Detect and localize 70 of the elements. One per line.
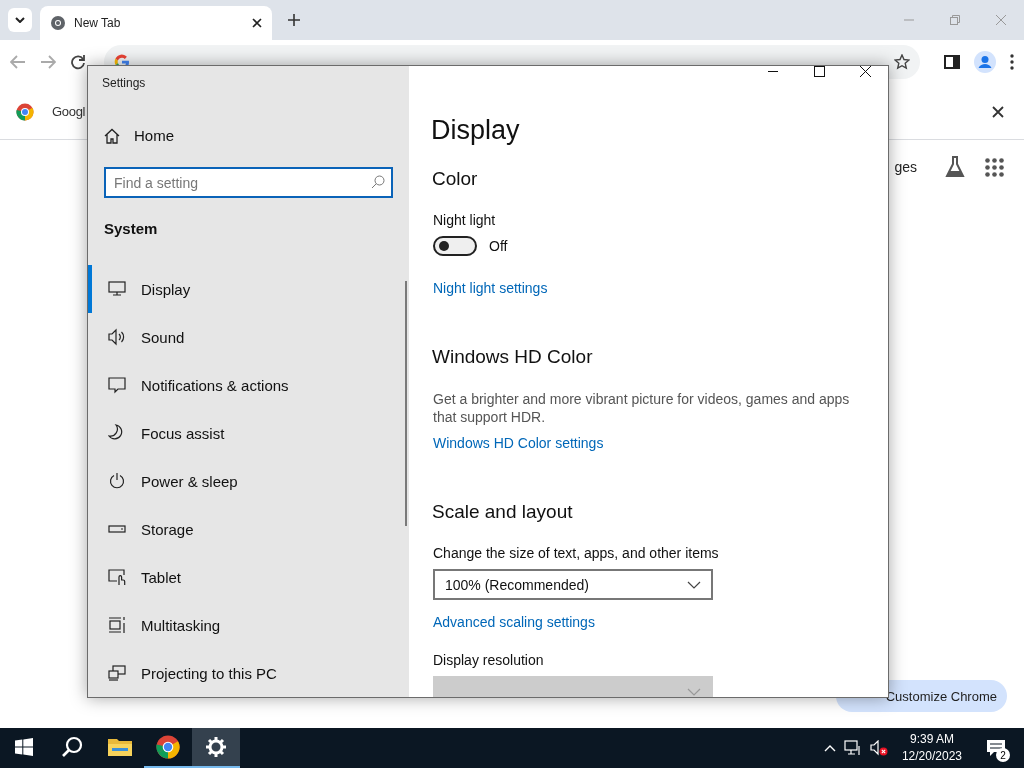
chrome-icon [50, 15, 66, 31]
folder-icon [108, 737, 132, 757]
nav-item[interactable]: Notifications & actions [88, 361, 409, 409]
star-icon[interactable] [894, 54, 910, 70]
flask-icon[interactable] [945, 156, 965, 178]
power-icon [108, 472, 126, 490]
muted-speaker-icon[interactable] [869, 740, 888, 756]
gear-icon [206, 737, 226, 757]
side-panel-icon[interactable] [944, 55, 960, 69]
toggle-state: Off [489, 238, 508, 254]
settings-link[interactable]: Advanced scaling settings [433, 614, 595, 630]
dropdown[interactable]: 100% (Recommended) [433, 569, 713, 600]
maximize-icon[interactable] [813, 66, 825, 77]
section-heading: Windows HD Color [432, 346, 594, 368]
plus-icon[interactable] [288, 14, 300, 26]
tablet-icon [108, 568, 126, 586]
setting-label: Display resolution [433, 652, 545, 668]
close-icon[interactable] [252, 18, 262, 28]
nav-item[interactable]: Sound [88, 313, 409, 361]
page-title: Display [431, 115, 521, 146]
section-label: System [103, 219, 159, 240]
chrome-icon [156, 735, 180, 759]
home-icon [104, 127, 120, 144]
setting-label: Change the size of text, apps, and other items [433, 545, 720, 561]
caret-icon [15, 17, 25, 23]
nav-item[interactable]: Focus assist [88, 409, 409, 457]
chevron-down-icon [687, 687, 701, 696]
chevron-up-icon[interactable] [823, 744, 836, 752]
taskbar-button[interactable] [192, 728, 240, 768]
monitor-icon [108, 280, 126, 298]
toggle-switch[interactable] [433, 236, 477, 256]
close-icon[interactable] [859, 66, 871, 77]
multitasking-icon [108, 616, 126, 634]
message-icon [108, 376, 126, 394]
settings-link[interactable]: Night light settings [433, 280, 548, 296]
window-title: Settings [101, 75, 147, 92]
section-heading: Scale and layout [432, 501, 574, 523]
menu-icon[interactable] [1010, 54, 1014, 70]
search-field[interactable]: Find a setting [104, 167, 393, 199]
settings-link[interactable]: Windows HD Color settings [433, 435, 604, 451]
apps-grid-icon[interactable] [985, 157, 1004, 177]
search-icon [371, 175, 385, 190]
chrome-logo-icon [16, 102, 34, 121]
setting-label: Night light [433, 212, 497, 228]
start-icon [15, 738, 33, 756]
nav-item[interactable]: Tablet [88, 553, 409, 601]
section-heading: Color [432, 168, 479, 190]
projector-icon [108, 664, 126, 682]
clock-date[interactable]: 12/20/2023 [901, 748, 962, 765]
network-icon[interactable] [843, 740, 862, 756]
tab-title: New Tab [74, 16, 122, 30]
nav-item[interactable]: Projecting to this PC [88, 649, 409, 697]
close-icon[interactable] [992, 105, 1004, 118]
search-icon [61, 736, 83, 758]
nav-item[interactable]: Power & sleep [88, 457, 409, 505]
speaker-icon [108, 328, 126, 346]
chevron-down-icon [687, 580, 701, 589]
clock-time[interactable]: 9:39 AM [909, 731, 954, 748]
profile-icon[interactable] [974, 51, 996, 73]
home-nav-item[interactable]: Home [88, 112, 409, 160]
description-text: Get a brighter and more vibrant picture for videos, games and apps that support HDR. [433, 390, 851, 426]
browser-tab[interactable]: New Tab [40, 6, 272, 40]
tab-search-button[interactable] [8, 8, 32, 32]
scrollbar[interactable] [405, 281, 407, 526]
reload-icon[interactable] [70, 54, 86, 70]
info-bar-text: Googl [52, 104, 86, 119]
notification-count: 2 [996, 748, 1010, 762]
images-link[interactable]: ges [894, 159, 917, 175]
nav-item[interactable]: Storage [88, 505, 409, 553]
nav-item[interactable]: Multitasking [88, 601, 409, 649]
